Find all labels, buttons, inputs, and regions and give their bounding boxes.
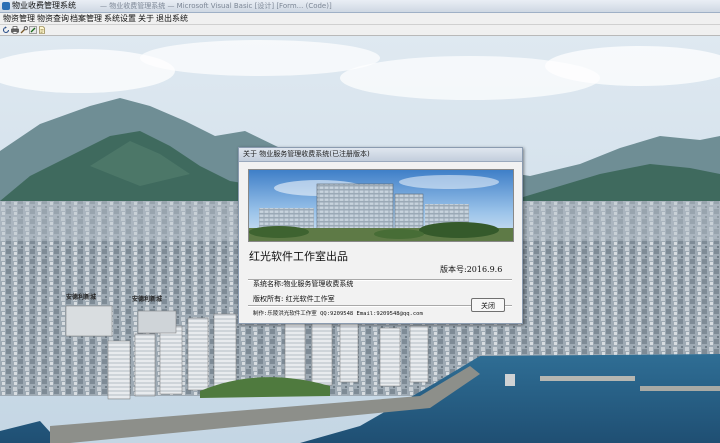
print-icon[interactable] xyxy=(11,26,19,34)
document-icon[interactable] xyxy=(38,26,46,34)
credit-label: 制作:乐陵洪光软件工作室 QQ:9209548 Email:9209548@qq… xyxy=(253,311,423,317)
menu-item-material-query[interactable]: 物资查询 xyxy=(37,13,69,24)
refresh-icon[interactable] xyxy=(2,26,10,34)
dialog-titlebar: 关于 物业服务管理收费系统(已注册版本) xyxy=(239,148,522,162)
edit-icon[interactable] xyxy=(29,26,37,34)
system-name-label: 系统名称:物业服务管理收费系统 xyxy=(253,280,354,288)
studio-heading: 红光软件工作室出品 xyxy=(249,250,348,263)
menu-item-archive-management[interactable]: 档案管理 xyxy=(70,13,102,24)
menu-item-material-management[interactable]: 物资管理 xyxy=(3,13,35,24)
app-icon xyxy=(2,2,10,10)
window-titlebar: 物业收费管理系统 — 物业收费管理系统 — Microsoft Visual B… xyxy=(0,0,720,13)
version-label: 版本号:2016.9.6 xyxy=(440,265,503,274)
banner-image xyxy=(248,169,514,242)
copyright-label: 版权所有: 红光软件工作室 xyxy=(253,295,335,303)
toolbar xyxy=(0,25,720,36)
menubar: 物资管理 物资查询 档案管理 系统设置 关于 退出系统 xyxy=(0,13,720,25)
close-button[interactable]: 关闭 xyxy=(471,298,505,312)
window-title: 物业收费管理系统 xyxy=(12,1,76,10)
building-label: 安德利新城 xyxy=(132,295,162,303)
dialog-title: 关于 物业服务管理收费系统(已注册版本) xyxy=(243,150,370,158)
menu-item-about[interactable]: 关于 xyxy=(138,13,154,24)
building-label: 安德利新城 xyxy=(66,293,96,301)
menu-item-exit[interactable]: 退出系统 xyxy=(156,13,188,24)
about-dialog: 关于 物业服务管理收费系统(已注册版本) 红光软件工作室出品 版本号:2016.… xyxy=(238,147,523,324)
menu-item-system-settings[interactable]: 系统设置 xyxy=(104,13,136,24)
tools-icon[interactable] xyxy=(20,26,28,34)
ide-title-text: — 物业收费管理系统 — Microsoft Visual Basic [设计]… xyxy=(100,2,332,10)
office-building-photo xyxy=(249,170,513,241)
